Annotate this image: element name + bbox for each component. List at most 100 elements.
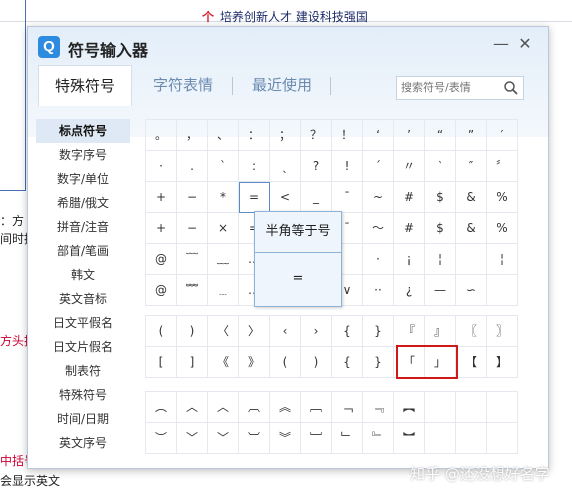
symbol-cell[interactable]: ﹀ bbox=[208, 423, 239, 454]
symbol-cell[interactable] bbox=[425, 392, 456, 423]
symbol-cell[interactable]: } bbox=[363, 347, 394, 378]
title-bar[interactable]: Q 符号输入器 — ✕ bbox=[28, 27, 548, 63]
symbol-cell[interactable]: ﹌ bbox=[177, 275, 208, 306]
symbol-cell[interactable]: ︼ bbox=[394, 423, 425, 454]
sidebar-item[interactable]: 日文平假名 bbox=[36, 311, 130, 335]
symbol-cell[interactable]: $ bbox=[425, 213, 456, 244]
sidebar-item[interactable]: 时间/日期 bbox=[36, 407, 130, 431]
symbol-cell[interactable]: ﹇ bbox=[301, 392, 332, 423]
symbol-cell[interactable]: ! bbox=[332, 151, 363, 182]
symbol-cell[interactable]: ﹁ bbox=[332, 392, 363, 423]
symbol-cell[interactable]: _ bbox=[301, 182, 332, 213]
symbol-cell[interactable]: = bbox=[239, 182, 270, 213]
symbol-cell[interactable]: ″ bbox=[456, 151, 487, 182]
symbol-cell[interactable]: ¡ bbox=[394, 244, 425, 275]
sidebar-item[interactable]: 韩文 bbox=[36, 263, 130, 287]
sidebar-item[interactable]: 数字/单位 bbox=[36, 167, 130, 191]
symbol-cell[interactable]: ︻ bbox=[394, 392, 425, 423]
symbol-cell[interactable]: ﹃ bbox=[363, 392, 394, 423]
symbol-cell[interactable]: ？ bbox=[301, 120, 332, 151]
symbol-cell[interactable]: 〈 bbox=[208, 316, 239, 347]
symbol-cell[interactable]: 〗 bbox=[487, 316, 518, 347]
symbol-cell[interactable]: · bbox=[363, 244, 394, 275]
sidebar-item[interactable]: 特殊符号 bbox=[36, 383, 130, 407]
symbol-cell[interactable]: ] bbox=[177, 347, 208, 378]
symbol-cell[interactable]: ︵ bbox=[146, 392, 177, 423]
symbol-cell[interactable]: ﹍ bbox=[208, 275, 239, 306]
symbol-cell[interactable]: 】 bbox=[487, 347, 518, 378]
symbol-cell[interactable]: ！ bbox=[332, 120, 363, 151]
symbol-cell[interactable]: 《 bbox=[208, 347, 239, 378]
symbol-cell[interactable]: ~ bbox=[363, 182, 394, 213]
symbol-cell[interactable]: 』 bbox=[425, 316, 456, 347]
symbol-cell[interactable]: ′ bbox=[487, 120, 518, 151]
search-input[interactable] bbox=[401, 79, 499, 95]
symbol-cell[interactable]: 〖 bbox=[456, 316, 487, 347]
symbol-cell[interactable]: ·· bbox=[363, 275, 394, 306]
symbol-cell[interactable]: 『 bbox=[394, 316, 425, 347]
sidebar-item[interactable]: 日文片假名 bbox=[36, 335, 130, 359]
symbol-cell[interactable]: › bbox=[301, 316, 332, 347]
symbol-cell[interactable]: 〉 bbox=[239, 316, 270, 347]
symbol-cell[interactable]: ) bbox=[301, 347, 332, 378]
symbol-cell[interactable]: $ bbox=[425, 182, 456, 213]
symbol-cell[interactable]: # bbox=[394, 213, 425, 244]
symbol-cell[interactable]: + bbox=[146, 213, 177, 244]
symbol-cell[interactable]: ～ bbox=[363, 213, 394, 244]
symbol-cell[interactable]: ︺ bbox=[239, 423, 270, 454]
symbol-cell[interactable]: & bbox=[456, 182, 487, 213]
symbol-cell[interactable]: < bbox=[270, 182, 301, 213]
symbol-cell[interactable] bbox=[456, 392, 487, 423]
symbol-cell[interactable]: “ bbox=[425, 120, 456, 151]
symbol-cell[interactable]: — bbox=[425, 275, 456, 306]
symbol-cell[interactable]: 〞 bbox=[487, 151, 518, 182]
symbol-cell[interactable]: ¯ bbox=[332, 182, 363, 213]
symbol-cell[interactable] bbox=[487, 275, 518, 306]
symbol-cell[interactable]: ﹂ bbox=[332, 423, 363, 454]
symbol-cell[interactable]: × bbox=[208, 213, 239, 244]
symbol-cell[interactable]: * bbox=[208, 182, 239, 213]
symbol-cell[interactable]: − bbox=[177, 182, 208, 213]
tab-special-symbols[interactable]: 特殊符号 bbox=[38, 65, 133, 106]
symbol-cell[interactable] bbox=[456, 244, 487, 275]
sidebar-item[interactable]: 英文序号 bbox=[36, 431, 130, 455]
sidebar-item[interactable]: 希腊/俄文 bbox=[36, 191, 130, 215]
tab-recent[interactable]: 最近使用 bbox=[252, 65, 312, 105]
symbol-cell[interactable]: { bbox=[332, 316, 363, 347]
symbol-cell[interactable]: ﹋ bbox=[177, 244, 208, 275]
sidebar-item[interactable]: 拼音/注音 bbox=[36, 215, 130, 239]
symbol-cell[interactable]: ： bbox=[239, 120, 270, 151]
symbol-cell[interactable] bbox=[487, 423, 518, 454]
search-box[interactable] bbox=[396, 76, 524, 100]
sidebar-item[interactable]: 数字序号 bbox=[36, 143, 130, 167]
symbol-cell[interactable]: . bbox=[177, 151, 208, 182]
symbol-cell[interactable]: ﹄ bbox=[363, 423, 394, 454]
symbol-cell[interactable]: ︿ bbox=[177, 392, 208, 423]
symbol-cell[interactable]: ” bbox=[456, 120, 487, 151]
sidebar-item[interactable]: 部首/笔画 bbox=[36, 239, 130, 263]
symbol-cell[interactable]: ¦ bbox=[487, 244, 518, 275]
symbol-cell[interactable]: + bbox=[146, 182, 177, 213]
symbol-cell[interactable]: ﹈ bbox=[301, 423, 332, 454]
symbol-cell[interactable]: & bbox=[456, 213, 487, 244]
symbol-cell[interactable]: ˊ bbox=[363, 151, 394, 182]
sidebar-item[interactable]: 标点符号 bbox=[36, 119, 130, 143]
symbol-cell[interactable]: ¦ bbox=[425, 244, 456, 275]
symbol-cell[interactable]: ’ bbox=[394, 120, 425, 151]
symbol-cell[interactable]: ﹀ bbox=[177, 423, 208, 454]
symbol-cell[interactable]: ︶ bbox=[146, 423, 177, 454]
symbol-cell[interactable]: ︹ bbox=[239, 392, 270, 423]
symbol-cell[interactable]: ； bbox=[270, 120, 301, 151]
symbol-cell[interactable]: ∽ bbox=[456, 275, 487, 306]
symbol-cell[interactable]: } bbox=[363, 316, 394, 347]
symbol-cell[interactable]: { bbox=[332, 347, 363, 378]
symbol-cell[interactable] bbox=[456, 423, 487, 454]
symbol-cell[interactable]: % bbox=[487, 213, 518, 244]
symbol-cell[interactable]: # bbox=[394, 182, 425, 213]
symbol-cell[interactable]: ˋ bbox=[208, 151, 239, 182]
close-button[interactable]: ✕ bbox=[514, 33, 536, 55]
symbol-cell[interactable]: ‘ bbox=[363, 120, 394, 151]
symbol-cell[interactable]: ? bbox=[301, 151, 332, 182]
symbol-cell[interactable]: ︿ bbox=[208, 392, 239, 423]
symbol-cell[interactable]: 。 bbox=[146, 120, 177, 151]
